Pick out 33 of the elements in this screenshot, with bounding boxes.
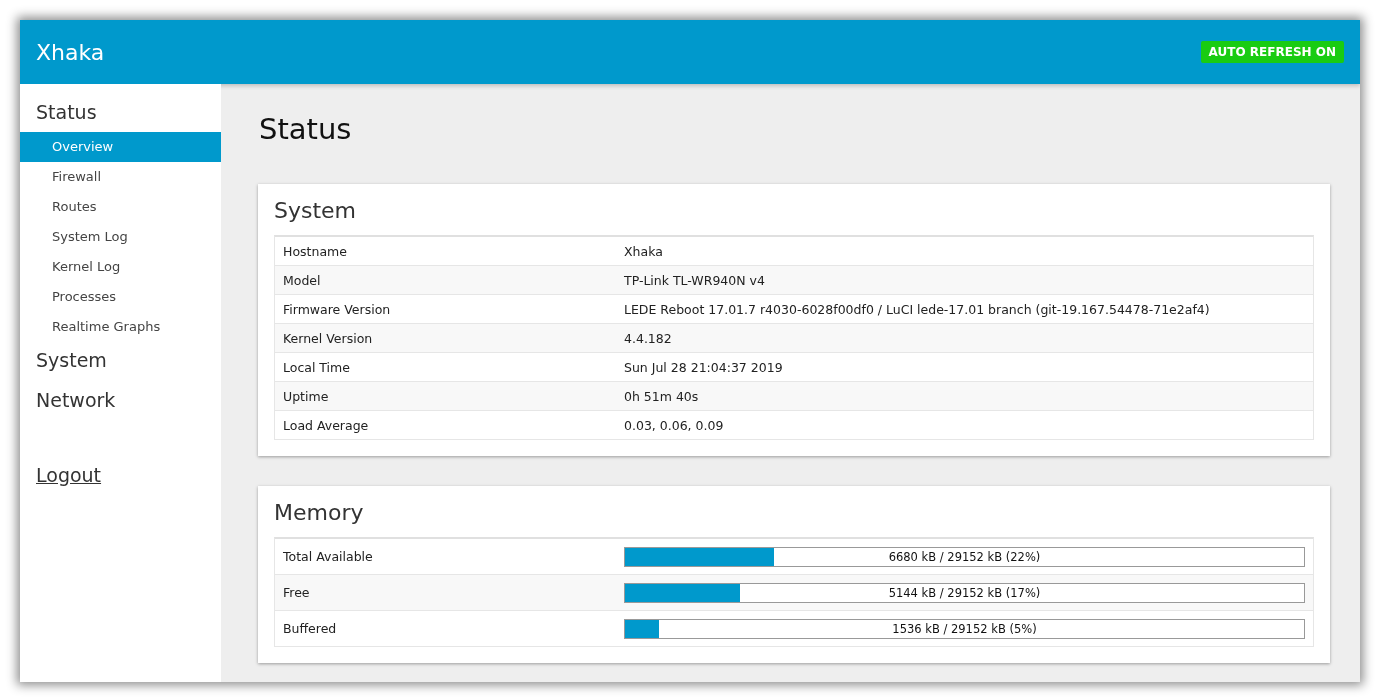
table-cell: 0h 51m 40s <box>624 388 699 404</box>
sidebar-item[interactable]: System Log <box>20 222 221 252</box>
table-cell-text: Load Average <box>282 417 370 433</box>
table-cell: Xhaka <box>624 243 663 259</box>
table-cell-text: Total Available <box>282 549 374 564</box>
table-cell-text: Kernel Version <box>282 330 374 346</box>
progress-reading: 5144 kB / 29152 kB (17%) <box>888 585 1041 600</box>
sidebar-section[interactable]: System <box>20 348 123 372</box>
sidebar-item[interactable]: Processes <box>20 282 221 312</box>
page-title: Status <box>259 112 353 146</box>
sidebar-item[interactable]: Firewall <box>20 162 221 192</box>
table-cell-text: Buffered <box>282 621 338 636</box>
table-cell-text: Hostname <box>282 243 348 259</box>
table-cell-text: Model <box>282 272 322 288</box>
sidebar-item[interactable]: Kernel Log <box>20 252 221 282</box>
progress-reading: 1536 kB / 29152 kB (5%) <box>892 621 1037 636</box>
sidebar-item[interactable]: Routes <box>20 192 221 222</box>
table-cell: LEDE Reboot 17.01.7 r4030-6028f00df0 / LuCI lede-17.01 branch (git-19.167.54478-71e2af4) <box>624 301 1210 317</box>
sidebar-item[interactable]: Realtime Graphs <box>20 312 221 342</box>
table-cell: Sun Jul 28 21:04:37 2019 <box>624 359 783 375</box>
card-title: System <box>274 198 358 223</box>
table-cell-text: Free <box>282 585 311 600</box>
sidebar-section[interactable]: Status <box>20 100 113 124</box>
table-cell-text: Firmware Version <box>282 301 392 317</box>
sidebar-section[interactable]: Network <box>20 388 132 412</box>
table-cell: TP-Link TL-WR940N v4 <box>624 272 765 288</box>
progress-reading: 6680 kB / 29152 kB (22%) <box>888 549 1041 564</box>
card-title: Memory <box>274 500 365 525</box>
logout-link[interactable]: Logout <box>36 464 102 486</box>
table-cell: 0.03, 0.06, 0.09 <box>624 417 724 433</box>
table-cell-text: Uptime <box>282 388 330 404</box>
table-cell: 4.4.182 <box>624 330 672 346</box>
table-cell-text: Local Time <box>282 359 351 375</box>
